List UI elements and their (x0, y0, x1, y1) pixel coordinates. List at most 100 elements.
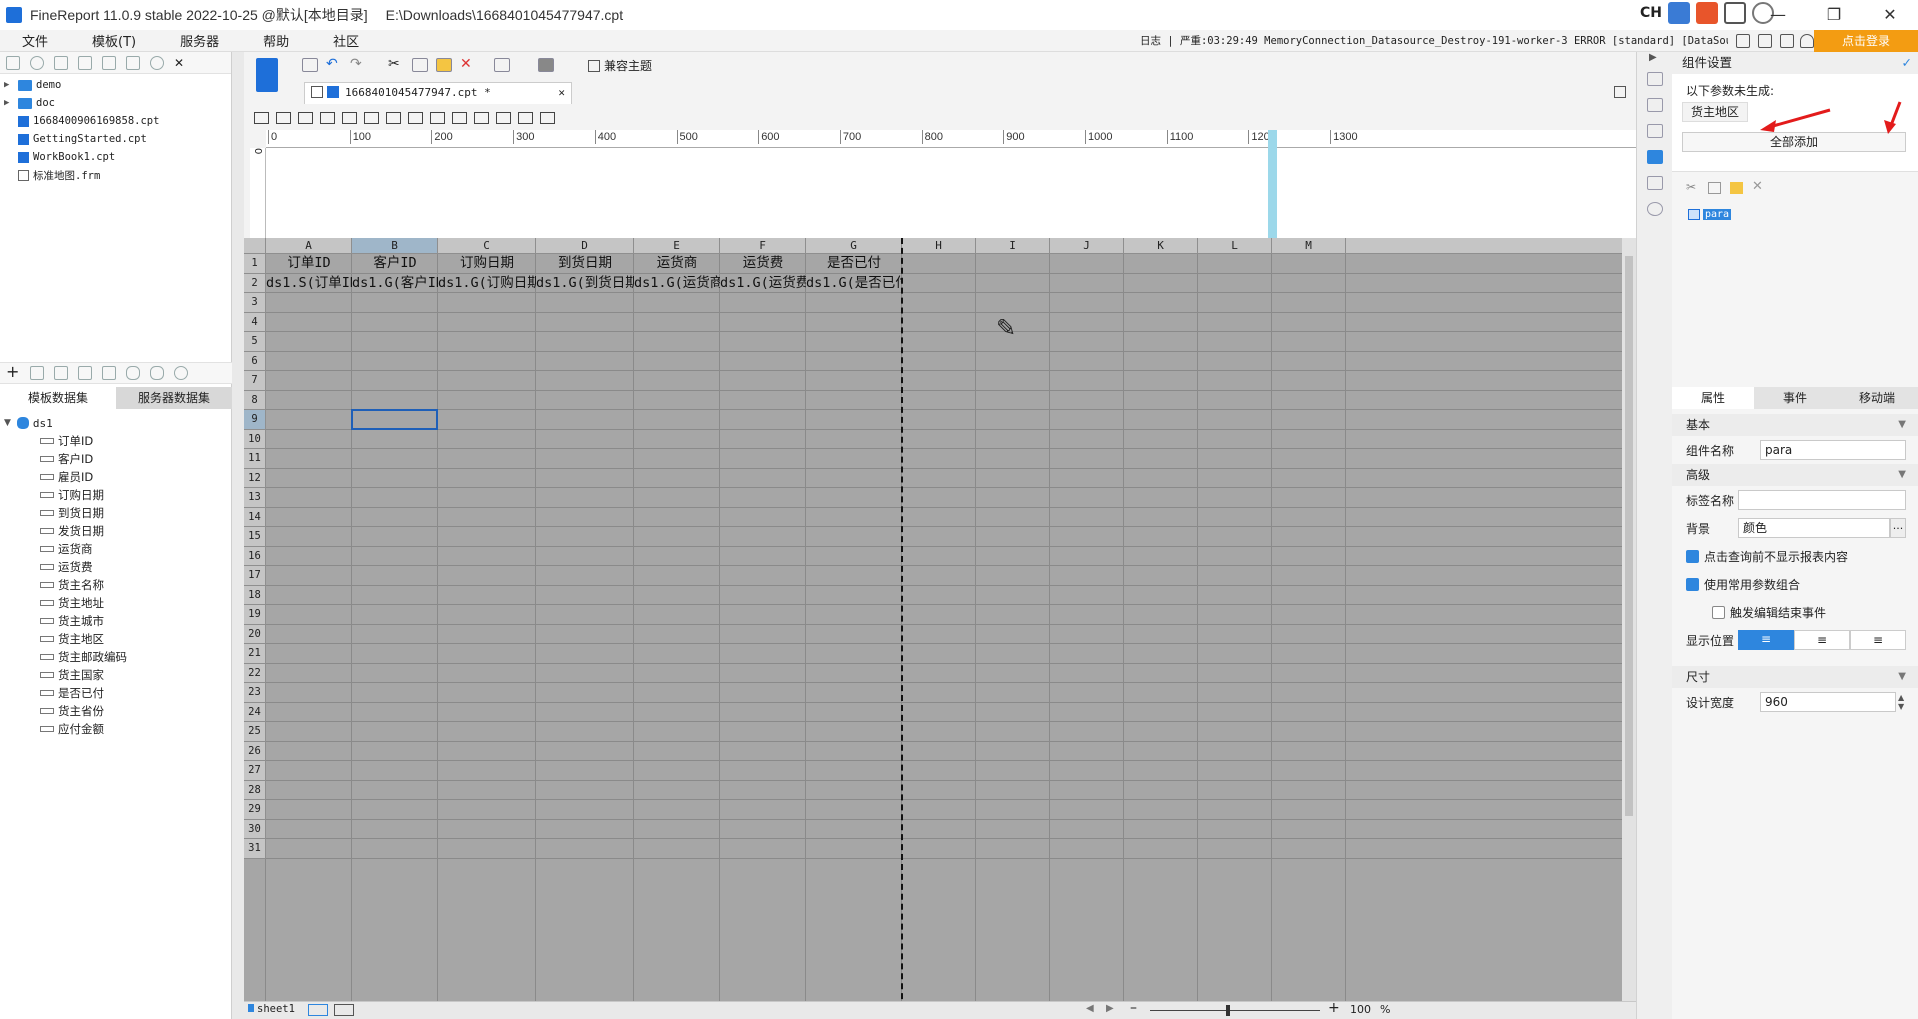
search-icon[interactable] (174, 366, 188, 380)
table-cell[interactable]: ds1.G(是否已付 (806, 272, 902, 295)
column-header[interactable]: M (1272, 238, 1346, 254)
reset-button-widget-icon[interactable] (518, 112, 533, 124)
tree-widget-icon[interactable] (364, 112, 379, 124)
menu-server[interactable]: 服务器 (158, 31, 241, 50)
delete-dataset-icon[interactable] (54, 366, 68, 380)
dataset-field[interactable]: 客户ID (0, 450, 232, 468)
condition-icon[interactable] (1647, 176, 1663, 190)
dataset-field[interactable]: 是否已付 (0, 684, 232, 702)
close-tab-icon[interactable]: ✕ (558, 83, 565, 103)
query-button-widget-icon[interactable] (496, 112, 511, 124)
parameter-panel[interactable] (266, 148, 1636, 238)
column-header[interactable]: H (902, 238, 976, 254)
dataset-field[interactable]: 订购日期 (0, 486, 232, 504)
tab-server-dataset[interactable]: 服务器数据集 (116, 387, 232, 409)
hyperlink-icon[interactable] (1647, 202, 1663, 216)
redo-icon[interactable]: ↷ (350, 57, 366, 72)
row-header[interactable]: 31 (244, 839, 266, 859)
cell-attribute-icon[interactable] (1647, 98, 1663, 112)
dataset-field[interactable]: 应付金额 (0, 720, 232, 738)
tab-template-dataset[interactable]: 模板数据集 (0, 387, 116, 409)
dataset-field[interactable]: 货主国家 (0, 666, 232, 684)
minimize-button[interactable]: — (1750, 0, 1806, 30)
cell-element-icon[interactable] (1647, 72, 1663, 86)
sogou-icon[interactable] (1696, 2, 1718, 24)
dropdown-tree-widget-icon[interactable] (386, 112, 401, 124)
column-header[interactable]: J (1050, 238, 1124, 254)
tray-app-icon[interactable] (1668, 2, 1690, 24)
column-header[interactable]: K (1124, 238, 1198, 254)
background-input[interactable]: 颜色 (1738, 518, 1890, 538)
dataset-field[interactable]: 货主城市 (0, 612, 232, 630)
paste-icon[interactable] (436, 58, 452, 72)
copy-icon[interactable] (1708, 182, 1721, 194)
close-button[interactable]: ✕ (1862, 0, 1918, 30)
delete-icon[interactable] (102, 55, 116, 70)
dataset-field[interactable]: 订单ID (0, 432, 232, 450)
row-header[interactable]: 1 (244, 254, 266, 274)
column-header[interactable]: I (976, 238, 1050, 254)
align-center-button[interactable]: ≡ (1794, 630, 1850, 650)
bell-icon[interactable] (1800, 34, 1814, 48)
button-widget-icon[interactable] (474, 112, 489, 124)
preview-dataset-icon[interactable] (78, 366, 92, 380)
text-area-widget-icon[interactable] (452, 112, 467, 124)
section-basic[interactable]: 基本 ▼ (1672, 414, 1918, 436)
checkbox-checked-icon[interactable] (1686, 577, 1699, 591)
combo-widget-icon[interactable] (320, 112, 335, 124)
report-grid[interactable]: A B C D E F G H I J K L M 1 2 3 4 5 6 7 8 9 10 11 12 13 14 15 16 17 18… (244, 238, 1636, 1019)
date-widget-icon[interactable] (342, 112, 357, 124)
zoom-in-icon[interactable]: + (1328, 1000, 1340, 1016)
selected-cell[interactable] (351, 409, 438, 430)
param-chip[interactable]: 货主地区 (1682, 102, 1748, 122)
common-params-row[interactable]: 使用常用参数组合 (1672, 570, 1918, 598)
vertical-scrollbar-thumb[interactable] (1625, 256, 1633, 816)
tree-file[interactable]: GettingStarted.cpt (0, 130, 231, 148)
database-icon[interactable] (126, 366, 140, 380)
float-element-icon[interactable] (1647, 124, 1663, 138)
row-header[interactable]: 22 (244, 663, 266, 683)
template-tab[interactable]: 1668401045477947.cpt * ✕ (304, 82, 572, 104)
format-icon[interactable] (538, 58, 554, 72)
grid-corner[interactable] (244, 238, 266, 254)
row-header[interactable]: 7 (244, 371, 266, 391)
edit-dataset-icon[interactable] (30, 366, 44, 380)
lock-icon[interactable] (54, 55, 68, 70)
text-widget-icon[interactable] (276, 112, 291, 124)
align-right-button[interactable]: ≡ (1850, 630, 1906, 650)
login-button[interactable]: 点击登录 (1814, 30, 1918, 52)
label-widget-icon[interactable] (254, 112, 269, 124)
delete-icon[interactable]: ✕ (460, 57, 476, 72)
refresh-icon[interactable] (30, 55, 44, 70)
new-folder-icon[interactable] (6, 55, 20, 70)
server-database-icon[interactable] (150, 366, 164, 380)
table-cell[interactable]: ds1.G(订购日期) (438, 272, 536, 295)
table-cell[interactable]: ds1.G(运货商) (634, 272, 720, 295)
tree-folder-doc[interactable]: ▶ doc (0, 94, 231, 112)
checkbox-group-widget-icon[interactable] (408, 112, 423, 124)
add-sheet-icon[interactable] (308, 1004, 328, 1016)
cut-icon[interactable]: ✂ (388, 57, 404, 72)
row-header[interactable]: 6 (244, 351, 266, 371)
more-icon[interactable]: ... (1890, 518, 1906, 538)
maximize-button[interactable]: ❐ (1806, 0, 1862, 30)
spinner-icon[interactable]: ▲ ▼ (1898, 693, 1904, 711)
tray-tool-icon[interactable] (1724, 2, 1746, 24)
row-header[interactable]: 24 (244, 702, 266, 722)
checkbox-icon[interactable] (1712, 605, 1725, 619)
expand-icon[interactable] (1614, 86, 1626, 98)
widget-name-input[interactable]: para (1760, 440, 1906, 460)
paste-icon[interactable] (1730, 182, 1743, 194)
dataset-field[interactable]: 到货日期 (0, 504, 232, 522)
row-header[interactable]: 13 (244, 488, 266, 508)
row-header[interactable]: 19 (244, 605, 266, 625)
row-header[interactable]: 2 (244, 273, 266, 293)
tree-file[interactable]: 1668400906169858.cpt (0, 112, 231, 130)
trigger-edit-end-row[interactable]: 触发编辑结束事件 (1672, 598, 1918, 626)
row-header[interactable]: 27 (244, 761, 266, 781)
row-header[interactable]: 28 (244, 780, 266, 800)
row-header[interactable]: 16 (244, 546, 266, 566)
radio-group-widget-icon[interactable] (430, 112, 445, 124)
width-marker[interactable] (1268, 130, 1277, 238)
dataset-field[interactable]: 运货费 (0, 558, 232, 576)
